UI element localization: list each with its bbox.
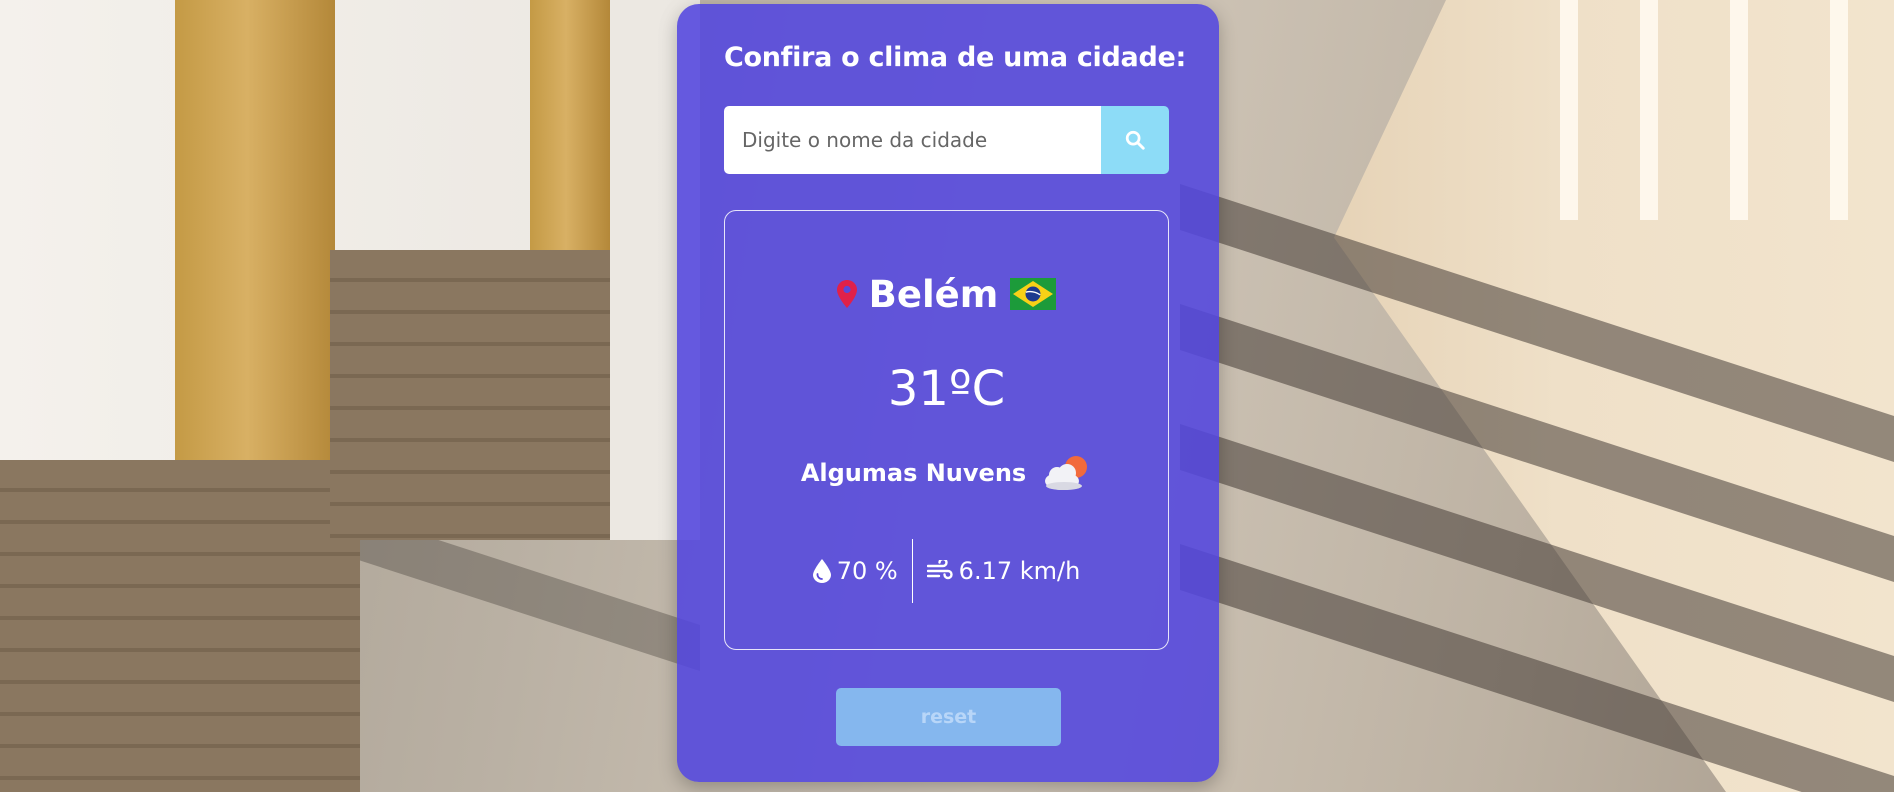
weather-card: Confira o clima de uma cidade: Belém 31 [677,4,1219,782]
search-icon [1125,130,1145,150]
city-search-input[interactable] [724,106,1101,174]
description-row: Algumas Nuvens [725,453,1168,493]
brazil-flag-icon [1010,278,1057,310]
temperature: 31ºC [887,361,1006,417]
city-row: Belém [725,271,1168,317]
wind-icon [926,560,953,580]
water-drop-icon [812,559,831,583]
weather-result: Belém 31ºC Algumas Nuvens 70 % 6.17 km/h [724,210,1169,650]
humidity: 70 % [799,557,912,585]
humidity-value: 70 % [836,557,898,585]
page-title: Confira o clima de uma cidade: [724,42,1186,73]
search-button[interactable] [1101,106,1169,174]
search-bar [724,106,1169,174]
location-pin-icon [836,280,857,308]
reset-button[interactable]: reset [836,688,1061,746]
city-name: Belém [868,272,999,316]
weather-description: Algumas Nuvens [800,459,1027,487]
wind: 6.17 km/h [913,557,1095,585]
details-row: 70 % 6.17 km/h [725,539,1168,603]
wind-value: 6.17 km/h [958,557,1081,585]
partly-cloudy-icon [1045,456,1088,490]
